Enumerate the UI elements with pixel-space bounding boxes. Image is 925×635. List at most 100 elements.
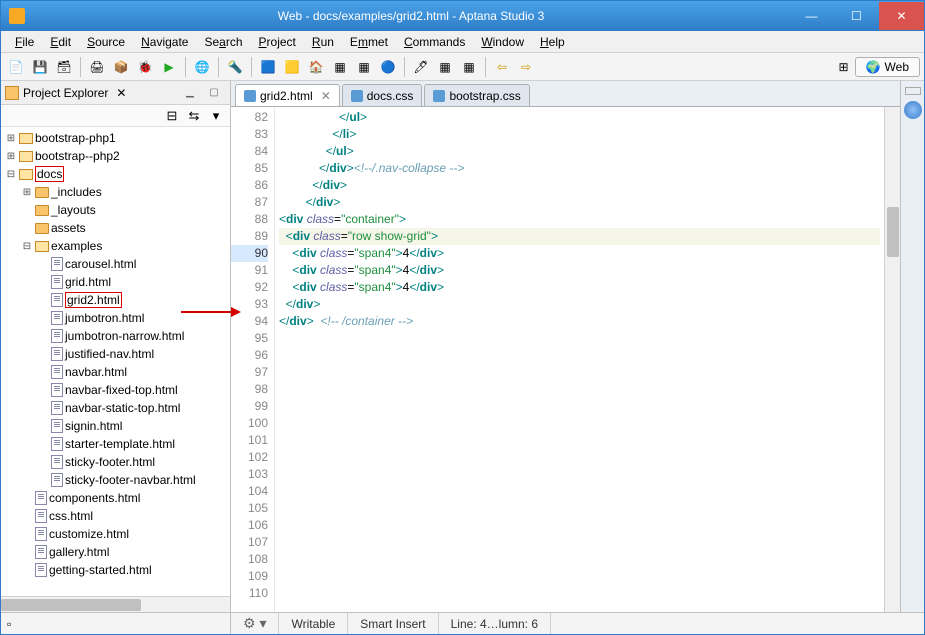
tab-label: grid2.html bbox=[260, 89, 313, 103]
maximize-view-icon[interactable]: ▢ bbox=[202, 87, 226, 98]
tree-file-navbar.html[interactable]: navbar.html bbox=[33, 363, 230, 381]
tree-file-signin.html[interactable]: signin.html bbox=[33, 417, 230, 435]
expand-icon[interactable]: ⊟ bbox=[5, 169, 17, 180]
editor-tab-grid2.html[interactable]: grid2.html ✕ bbox=[235, 84, 340, 106]
menu-file[interactable]: File bbox=[7, 33, 42, 51]
close-button[interactable]: ✕ bbox=[879, 2, 924, 30]
search-button[interactable]: 🔦 bbox=[224, 56, 246, 78]
menu-search[interactable]: Search bbox=[196, 33, 250, 51]
minimize-button[interactable]: — bbox=[789, 2, 834, 30]
tab-close-icon[interactable]: ✕ bbox=[321, 89, 331, 103]
project-tree[interactable]: ⊞bootstrap-php1⊞bootstrap--php2 ⊟ docs ⊞_in… bbox=[1, 127, 230, 596]
tree-file-carousel.html[interactable]: carousel.html bbox=[33, 255, 230, 273]
expand-icon[interactable]: ⊞ bbox=[5, 133, 17, 144]
dock-restore-icon[interactable] bbox=[905, 87, 921, 95]
menu-source[interactable]: Source bbox=[79, 33, 133, 51]
tree-project-bootstrap-php1[interactable]: ⊞bootstrap-php1 bbox=[1, 129, 230, 147]
file-icon bbox=[51, 347, 63, 361]
tree-folder-assets[interactable]: assets bbox=[17, 219, 230, 237]
tree-file-jumbotron-narrow.html[interactable]: jumbotron-narrow.html bbox=[33, 327, 230, 345]
tree-label: customize.html bbox=[49, 527, 129, 541]
file-icon bbox=[51, 455, 63, 469]
tree-label: grid2.html bbox=[65, 293, 122, 307]
nav-fwd[interactable]: ⇨ bbox=[515, 56, 537, 78]
tree-file-sticky-footer-navbar.html[interactable]: sticky-footer-navbar.html bbox=[33, 471, 230, 489]
menu-navigate[interactable]: Navigate bbox=[133, 33, 196, 51]
tree-file-sticky-footer.html[interactable]: sticky-footer.html bbox=[33, 453, 230, 471]
package-button[interactable]: 📦 bbox=[110, 56, 132, 78]
maximize-button[interactable]: ☐ bbox=[834, 2, 879, 30]
tree-folder-_layouts[interactable]: _layouts bbox=[17, 201, 230, 219]
tree-file-navbar-static-top.html[interactable]: navbar-static-top.html bbox=[33, 399, 230, 417]
tree-file-justified-nav.html[interactable]: justified-nav.html bbox=[33, 345, 230, 363]
save-button[interactable]: 💾 bbox=[29, 56, 51, 78]
tb-e[interactable]: ▦ bbox=[434, 56, 456, 78]
tree-file-components.html[interactable]: components.html bbox=[17, 489, 230, 507]
tree-file-getting-started.html[interactable]: getting-started.html bbox=[17, 561, 230, 579]
open-perspective-button[interactable]: ⊞ bbox=[833, 56, 855, 78]
tree-label: grid.html bbox=[65, 275, 111, 289]
new-button[interactable]: 📄 bbox=[5, 56, 27, 78]
tb-wand[interactable]: 🖊 bbox=[410, 56, 432, 78]
tree-file-grid.html[interactable]: grid.html bbox=[33, 273, 230, 291]
nav-back[interactable]: ⇦ bbox=[491, 56, 513, 78]
link-editor-icon[interactable]: ⇆ bbox=[186, 108, 202, 124]
tree-file-jumbotron.html[interactable]: jumbotron.html bbox=[33, 309, 230, 327]
tree-folder-_includes[interactable]: ⊞_includes bbox=[17, 183, 230, 201]
menu-emmet[interactable]: Emmet bbox=[342, 33, 396, 51]
tree-label: docs bbox=[35, 167, 64, 181]
menu-edit[interactable]: Edit bbox=[42, 33, 79, 51]
tb-b[interactable]: 🟨 bbox=[281, 56, 303, 78]
editor-tab-docs.css[interactable]: docs.css bbox=[342, 84, 423, 106]
statusbar: ▫ ⚙ ▾ Writable Smart Insert Line: 4…lumn… bbox=[1, 612, 924, 634]
tree-label: jumbotron-narrow.html bbox=[65, 329, 184, 343]
tb-home[interactable]: 🏠 bbox=[305, 56, 327, 78]
tree-file-customize.html[interactable]: customize.html bbox=[17, 525, 230, 543]
menu-commands[interactable]: Commands bbox=[396, 33, 473, 51]
tree-label: components.html bbox=[49, 491, 140, 505]
outline-view-icon[interactable] bbox=[904, 101, 922, 119]
editor-vscrollbar[interactable] bbox=[884, 107, 900, 612]
tree-file-navbar-fixed-top.html[interactable]: navbar-fixed-top.html bbox=[33, 381, 230, 399]
expand-icon[interactable]: ⊟ bbox=[21, 241, 33, 252]
tree-label: getting-started.html bbox=[49, 563, 152, 577]
tree-file-css.html[interactable]: css.html bbox=[17, 507, 230, 525]
perspective-web[interactable]: 🌍 Web bbox=[855, 57, 920, 77]
tree-project-bootstrap--php2[interactable]: ⊞bootstrap--php2 bbox=[1, 147, 230, 165]
collapse-all-icon[interactable]: ⊟ bbox=[164, 108, 180, 124]
bug-button[interactable]: 🐞 bbox=[134, 56, 156, 78]
tree-label: jumbotron.html bbox=[65, 311, 144, 325]
tree-folder-examples[interactable]: ⊟ examples bbox=[17, 237, 230, 255]
tb-d[interactable]: ▦ bbox=[353, 56, 375, 78]
tb-color[interactable]: 🔵 bbox=[377, 56, 399, 78]
expand-icon[interactable]: ⊞ bbox=[5, 151, 17, 162]
expand-icon[interactable]: ⊞ bbox=[21, 187, 33, 198]
saveall-button[interactable]: 🗃 bbox=[53, 56, 75, 78]
tb-a[interactable]: 🟦 bbox=[257, 56, 279, 78]
explorer-close-icon[interactable]: ✕ bbox=[112, 86, 130, 100]
titlebar[interactable]: Web - docs/examples/grid2.html - Aptana … bbox=[1, 1, 924, 31]
folder-icon bbox=[19, 133, 33, 144]
menu-help[interactable]: Help bbox=[532, 33, 573, 51]
tb-f[interactable]: ▦ bbox=[458, 56, 480, 78]
editor-tab-bootstrap.css[interactable]: bootstrap.css bbox=[424, 84, 529, 106]
minimize-view-icon[interactable]: ▁ bbox=[178, 87, 202, 98]
tree-hscrollbar[interactable] bbox=[1, 596, 230, 612]
quick-access-icon[interactable]: ▫ bbox=[7, 617, 11, 631]
print-button[interactable]: 🖨 bbox=[86, 56, 108, 78]
tree-label: examples bbox=[51, 239, 102, 253]
code-editor[interactable]: </ul> </li> </ul> </div><!--/.nav-collap… bbox=[275, 107, 884, 612]
editor-menu-icon[interactable]: ⚙ ▾ bbox=[231, 613, 279, 634]
tree-file-grid2.html[interactable]: grid2.html bbox=[33, 291, 230, 309]
menu-project[interactable]: Project bbox=[251, 33, 304, 51]
menu-window[interactable]: Window bbox=[473, 33, 532, 51]
tree-file-starter-template.html[interactable]: starter-template.html bbox=[33, 435, 230, 453]
tb-c[interactable]: ▦ bbox=[329, 56, 351, 78]
tree-file-gallery.html[interactable]: gallery.html bbox=[17, 543, 230, 561]
tree-project-docs[interactable]: ⊟ docs bbox=[1, 165, 230, 183]
run-button[interactable]: ▶ bbox=[158, 56, 180, 78]
menu-run[interactable]: Run bbox=[304, 33, 342, 51]
browser-button[interactable]: 🌐 bbox=[191, 56, 213, 78]
toolbar: 📄 💾 🗃 🖨 📦 🐞 ▶ 🌐 🔦 🟦 🟨 🏠 ▦ ▦ 🔵 🖊 ▦ ▦ ⇦ ⇨ … bbox=[1, 53, 924, 81]
view-menu-icon[interactable]: ▾ bbox=[208, 108, 224, 124]
